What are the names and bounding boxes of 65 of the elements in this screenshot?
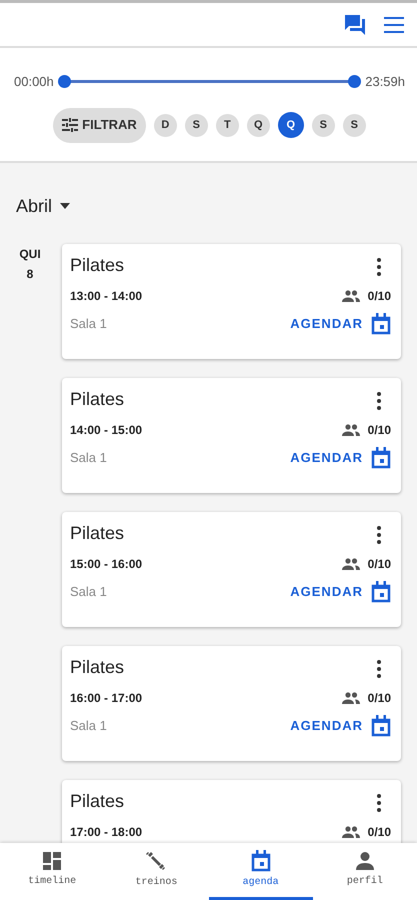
- class-title: Pilates: [70, 790, 124, 812]
- people-icon: [342, 424, 360, 436]
- day-number: 8: [26, 266, 34, 282]
- class-time: 15:00 - 16:00: [70, 556, 142, 572]
- filter-button[interactable]: FILTRAR: [53, 108, 146, 142]
- schedule-link[interactable]: AGENDAR: [290, 582, 363, 602]
- spots-count: 0/10: [368, 690, 391, 706]
- class-title: Pilates: [70, 522, 124, 544]
- calendar-icon[interactable]: [371, 446, 391, 468]
- nav-tab[interactable]: treinos: [104, 843, 208, 900]
- chat-icon[interactable]: [343, 12, 367, 36]
- people-icon: [342, 692, 360, 704]
- more-icon[interactable]: [377, 794, 381, 812]
- class-time: 17:00 - 18:00: [70, 824, 142, 840]
- day-chip[interactable]: Q: [246, 114, 270, 136]
- room-label: Sala 1: [70, 716, 107, 735]
- class-time: 13:00 - 14:00: [70, 288, 142, 304]
- room-label: Sala 1: [70, 582, 107, 601]
- calendar-icon[interactable]: [371, 312, 391, 334]
- calendar-icon[interactable]: [371, 714, 391, 736]
- schedule-link[interactable]: AGENDAR: [290, 716, 363, 736]
- weekday-label: QUI: [18, 246, 42, 262]
- day-chip[interactable]: Q: [278, 112, 304, 138]
- class-time: 16:00 - 17:00: [70, 690, 142, 706]
- people-icon: [342, 290, 360, 302]
- people-icon: [342, 826, 360, 838]
- menu-icon[interactable]: [383, 16, 405, 34]
- room-label: Sala 1: [70, 314, 107, 333]
- people-icon: [342, 558, 360, 570]
- calendar-icon: [250, 850, 271, 872]
- nav-tab[interactable]: timeline: [0, 843, 104, 900]
- class-title: Pilates: [70, 254, 124, 276]
- month-selector[interactable]: Abril: [16, 192, 52, 220]
- more-icon[interactable]: [377, 258, 381, 276]
- grid-icon: [42, 851, 62, 871]
- spots-count: 0/10: [368, 824, 391, 840]
- more-icon[interactable]: [377, 660, 381, 678]
- calendar-icon[interactable]: [371, 580, 391, 602]
- more-icon[interactable]: [377, 392, 381, 410]
- nav-tab[interactable]: perfil: [312, 843, 417, 900]
- dumbbell-icon: [145, 850, 168, 872]
- end-time: 23:59h: [365, 73, 405, 91]
- slider-handle[interactable]: [58, 75, 71, 88]
- nav-tab[interactable]: agenda: [208, 843, 313, 900]
- time-range-slider[interactable]: [58, 75, 362, 88]
- start-time: 00:00h: [14, 73, 54, 91]
- day-chip[interactable]: S: [342, 114, 366, 136]
- sliders-icon: [62, 118, 78, 132]
- day-chip[interactable]: S: [184, 114, 208, 136]
- class-title: Pilates: [70, 656, 124, 678]
- dropdown-icon[interactable]: [60, 203, 70, 209]
- room-label: Sala 1: [70, 448, 107, 467]
- spots-count: 0/10: [368, 556, 391, 572]
- schedule-link[interactable]: AGENDAR: [290, 314, 363, 334]
- person-icon: [354, 851, 375, 871]
- slider-handle[interactable]: [348, 75, 362, 88]
- schedule-link[interactable]: AGENDAR: [290, 448, 363, 468]
- more-icon[interactable]: [377, 526, 381, 544]
- class-title: Pilates: [70, 388, 124, 410]
- day-chip[interactable]: D: [154, 114, 177, 136]
- day-chip[interactable]: T: [216, 114, 239, 136]
- spots-count: 0/10: [368, 288, 391, 304]
- day-chip[interactable]: S: [312, 114, 335, 136]
- spots-count: 0/10: [368, 422, 391, 438]
- class-time: 14:00 - 15:00: [70, 422, 142, 438]
